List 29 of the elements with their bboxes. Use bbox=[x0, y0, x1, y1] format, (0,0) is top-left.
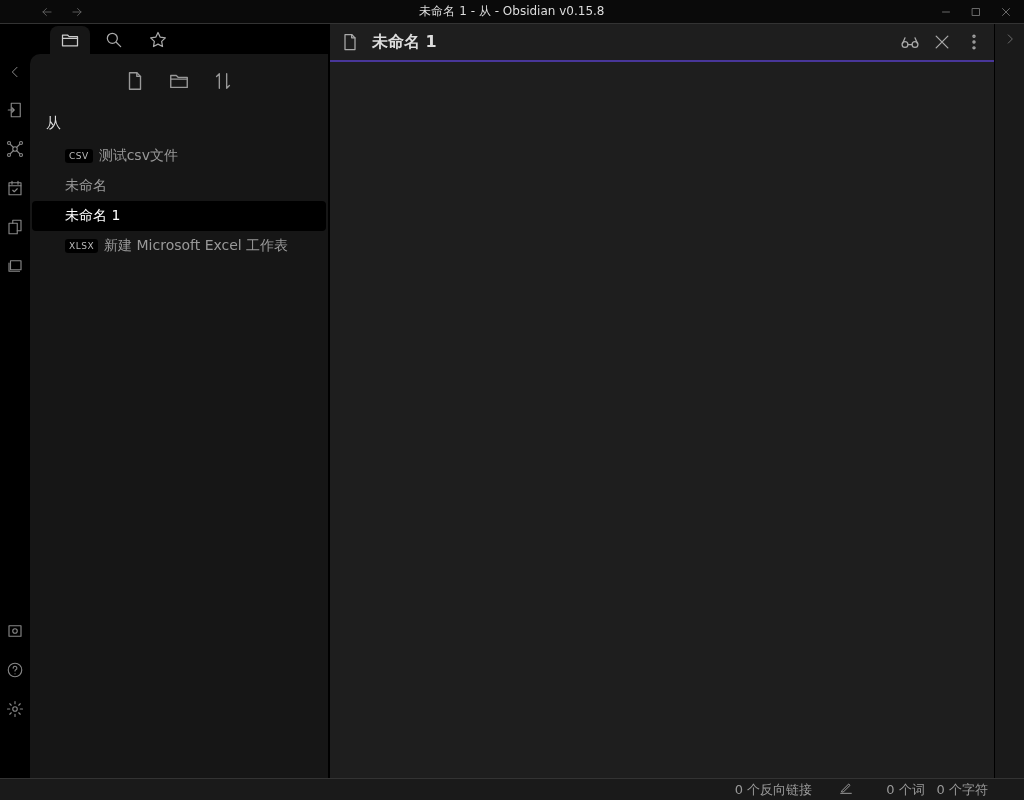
file-item[interactable]: 未命名 bbox=[32, 171, 326, 201]
help-icon[interactable] bbox=[6, 661, 24, 679]
search-icon bbox=[104, 30, 124, 50]
word-count: 0 个词 bbox=[886, 780, 925, 799]
switcher-icon[interactable] bbox=[6, 101, 24, 119]
file-item[interactable]: 未命名 1 bbox=[32, 201, 326, 231]
folder-name[interactable]: 从 bbox=[30, 112, 328, 141]
file-name: 未命名 1 bbox=[65, 207, 121, 225]
sidebar-tab[interactable] bbox=[50, 26, 90, 54]
vault-icon[interactable] bbox=[6, 622, 24, 640]
window-title: 未命名 1 - 从 - Obsidian v0.15.8 bbox=[419, 4, 605, 18]
backlinks-count[interactable]: 0 个反向链接 bbox=[734, 780, 813, 799]
file-name: 新建 Microsoft Excel 工作表 bbox=[104, 237, 289, 255]
file-item[interactable]: XLSX 新建 Microsoft Excel 工作表 bbox=[32, 231, 326, 261]
file-name: 测试csv文件 bbox=[98, 147, 178, 165]
slides-icon[interactable] bbox=[6, 257, 24, 275]
file-type-badge: CSV bbox=[65, 149, 93, 163]
copy-document-icon[interactable] bbox=[6, 218, 24, 236]
file-name: 未命名 bbox=[65, 177, 107, 195]
calendar-check-icon[interactable] bbox=[6, 179, 24, 197]
file-type-badge: XLSX bbox=[65, 239, 99, 253]
star-icon bbox=[148, 30, 168, 50]
pencil-icon[interactable] bbox=[838, 780, 855, 796]
note-title: 未命名 1 bbox=[372, 31, 437, 51]
character-count: 0 个字符 bbox=[936, 780, 988, 799]
graph-icon[interactable] bbox=[6, 140, 24, 158]
file-item[interactable]: CSV 测试csv文件 bbox=[32, 141, 326, 171]
close-icon[interactable] bbox=[1000, 5, 1012, 18]
maximize-icon[interactable] bbox=[970, 5, 982, 18]
